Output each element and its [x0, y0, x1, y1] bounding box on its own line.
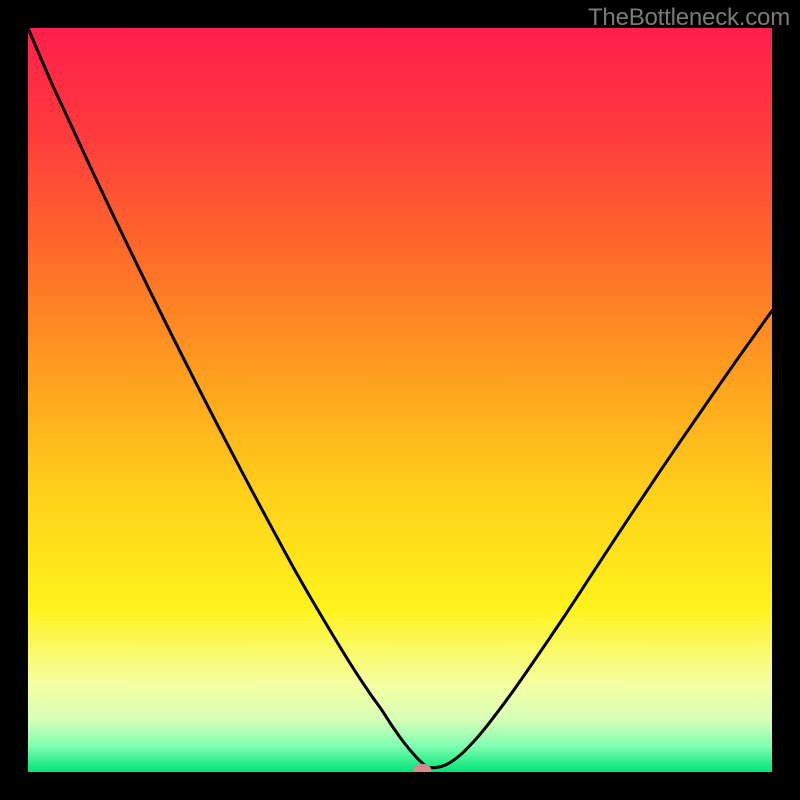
watermark-text: TheBottleneck.com [588, 4, 790, 32]
gradient-background [28, 28, 772, 772]
chart-frame [28, 28, 772, 772]
bottleneck-chart [28, 28, 772, 772]
